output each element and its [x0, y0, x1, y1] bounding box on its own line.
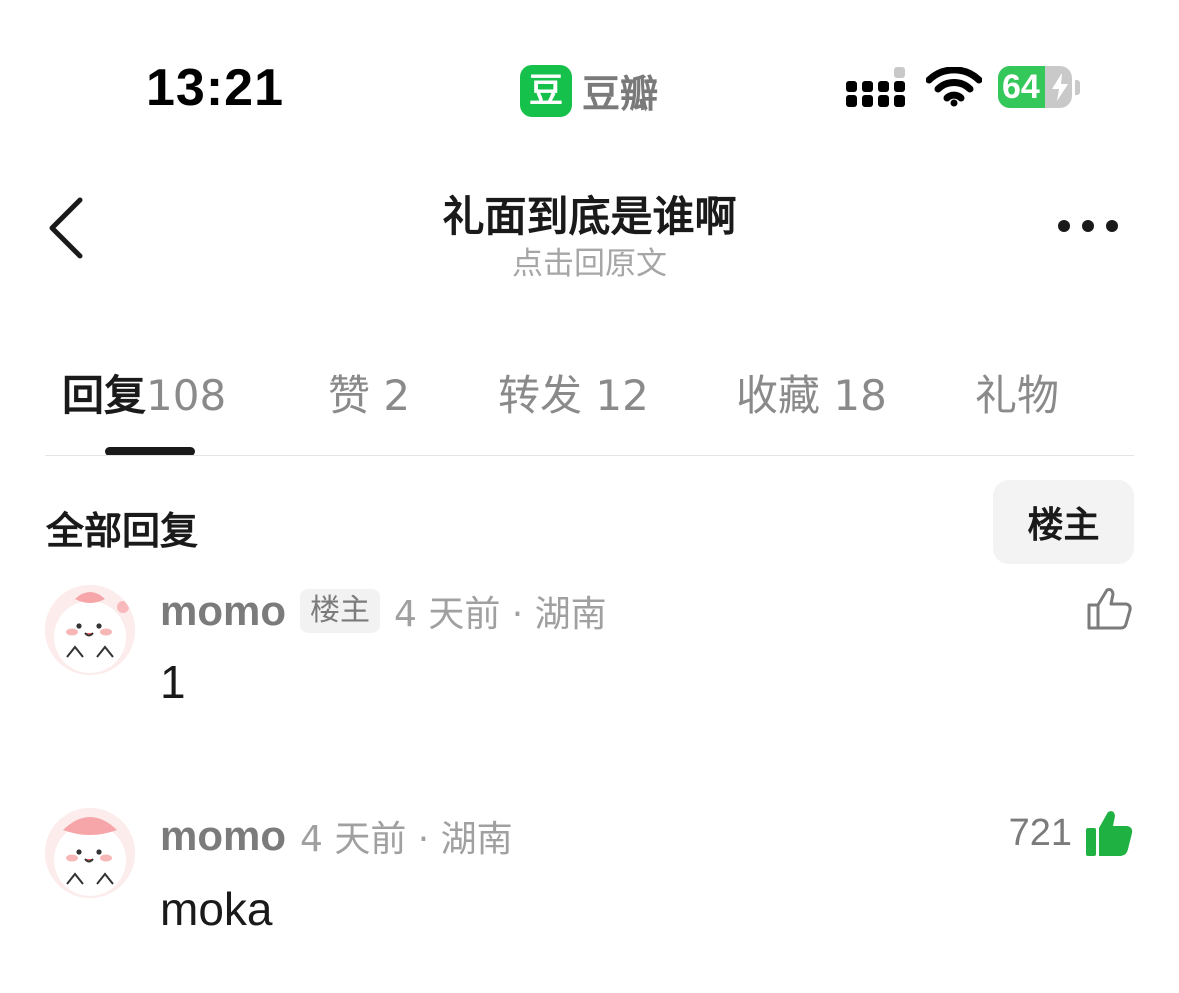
op-badge: 楼主 — [300, 589, 380, 633]
comment-author[interactable]: momo — [160, 812, 286, 860]
avatar[interactable] — [45, 585, 135, 675]
comment-time-location: 4 天前 · 湖南 — [394, 594, 607, 635]
status-time: 13:21 — [146, 59, 284, 117]
tab-label: 赞 — [328, 371, 371, 420]
comment-author[interactable]: momo — [160, 587, 286, 635]
tab-count: 2 — [383, 371, 411, 420]
douban-app-icon: 豆 — [520, 64, 572, 117]
charging-bolt-icon — [1052, 73, 1068, 101]
thumbs-up-outline-icon — [1087, 588, 1132, 630]
more-button[interactable] — [1050, 208, 1130, 248]
more-dots-icon — [1058, 220, 1118, 232]
all-replies-heading: 全部回复 — [46, 509, 199, 553]
status-bar: 13:21 豆 豆瓣 64 — [0, 0, 1179, 150]
comment-text: 1 — [160, 656, 186, 708]
app-indicator: 豆 豆瓣 — [520, 63, 658, 118]
tab-likes[interactable]: 赞 2 — [328, 362, 410, 423]
tab-count: 12 — [595, 371, 649, 420]
tab-label: 收藏 — [736, 371, 821, 420]
comment-time-location: 4 天前 · 湖南 — [300, 819, 513, 860]
tab-count: 18 — [833, 371, 887, 420]
battery-cap — [1075, 80, 1080, 95]
page-title: 礼面到底是谁啊 — [442, 192, 737, 241]
comment-meta: momo 4 天前 · 湖南 — [160, 810, 513, 862]
signal-icon — [846, 67, 905, 107]
avatar[interactable] — [45, 808, 135, 898]
tab-label: 礼物 — [975, 371, 1060, 420]
avatar-image — [45, 585, 135, 675]
tab-count: 108 — [146, 371, 227, 420]
like-count: 721 — [1008, 811, 1072, 854]
battery-level-text: 64 — [1002, 68, 1040, 106]
op-only-filter-button[interactable]: 楼主 — [993, 480, 1134, 564]
app-name: 豆瓣 — [582, 72, 659, 116]
tabs-divider — [45, 455, 1134, 456]
tab-collections[interactable]: 收藏 18 — [736, 362, 887, 423]
like-button[interactable]: 721 — [1009, 808, 1134, 858]
tab-label: 回复 — [62, 371, 147, 420]
tab-label: 转发 — [498, 371, 583, 420]
like-button[interactable] — [1086, 587, 1134, 631]
comment-text: moka — [160, 883, 273, 935]
comment-meta: momo 楼主 4 天前 · 湖南 — [160, 585, 607, 637]
avatar-image — [45, 808, 135, 898]
wifi-icon — [926, 67, 982, 107]
tab-replies[interactable]: 回复108 — [62, 362, 226, 423]
back-to-original-link[interactable]: 点击回原文 — [0, 238, 1179, 283]
tab-reshares[interactable]: 转发 12 — [498, 362, 649, 423]
thumbs-up-filled-icon — [1086, 811, 1133, 856]
tab-gifts[interactable]: 礼物 — [975, 362, 1059, 423]
battery-icon: 64 — [998, 66, 1072, 108]
